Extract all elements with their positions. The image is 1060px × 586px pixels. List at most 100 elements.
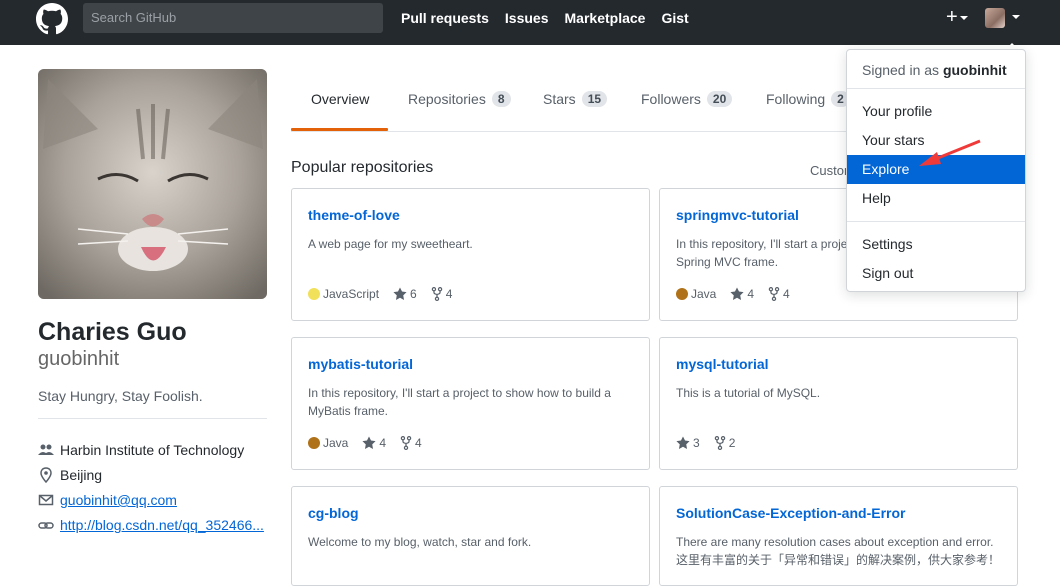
user-dropdown-menu: Signed in as guobinhit Your profile Your…	[846, 49, 1026, 292]
forks-link[interactable]: 2	[714, 436, 736, 450]
repo-name-link[interactable]: mysql-tutorial	[676, 356, 769, 372]
nav-marketplace[interactable]: Marketplace	[565, 10, 646, 26]
stars-count: 6	[410, 287, 417, 301]
star-icon	[730, 287, 744, 300]
star-icon	[676, 436, 690, 449]
language-color-dot	[308, 437, 320, 449]
repo-meta: JavaScript 6 4	[308, 287, 452, 301]
repo-description: This is a tutorial of MySQL.	[676, 386, 821, 400]
repo-name-link[interactable]: cg-blog	[308, 505, 359, 521]
repo-language: Java	[691, 287, 717, 301]
tab-label: Overview	[311, 91, 370, 107]
tab-stars[interactable]: Stars 15	[543, 91, 608, 107]
signed-in-user: guobinhit	[942, 62, 1007, 78]
repo-meta: 3 2	[676, 436, 735, 450]
top-header: Search GitHub Pull requests Issues Marke…	[0, 0, 1060, 45]
profile-email: guobinhit@qq.com	[38, 492, 177, 508]
count-badge: 8	[491, 91, 511, 107]
mail-icon	[38, 494, 54, 506]
forks-link[interactable]: 4	[431, 287, 453, 301]
forks-count: 2	[728, 436, 736, 450]
repo-description: In this repository, I'll start a project…	[308, 386, 611, 418]
star-icon	[362, 436, 376, 449]
repo-name-link[interactable]: springmvc-tutorial	[676, 207, 799, 223]
forks-count: 4	[445, 287, 453, 301]
people-icon	[38, 444, 54, 455]
repo-meta: Java 4 4	[676, 287, 790, 301]
menu-item-settings[interactable]: Settings	[847, 230, 1025, 259]
repo-card: theme-of-love A web page for my sweethea…	[291, 188, 650, 321]
menu-item-sign-out[interactable]: Sign out	[847, 259, 1025, 288]
popular-repos-title: Popular repositories	[291, 159, 434, 176]
website-link[interactable]: http://blog.csdn.net/qq_352466...	[60, 517, 264, 533]
fork-icon	[431, 287, 442, 301]
search-input[interactable]: Search GitHub	[83, 3, 383, 33]
repo-meta: Java 4 4	[308, 436, 422, 450]
repo-description: Welcome to my blog, watch, star and fork…	[308, 535, 532, 549]
top-nav: Pull requests Issues Marketplace Gist	[401, 0, 689, 36]
profile-organization: Harbin Institute of Technology	[38, 442, 244, 458]
repo-card: mysql-tutorial This is a tutorial of MyS…	[659, 337, 1018, 470]
repo-name-link[interactable]: theme-of-love	[308, 207, 400, 223]
count-badge: 15	[581, 91, 608, 107]
active-tab-indicator	[291, 128, 388, 131]
profile-fullname: Charies Guo	[38, 318, 187, 346]
forks-link[interactable]: 4	[768, 287, 790, 301]
nav-pull-requests[interactable]: Pull requests	[401, 10, 489, 26]
email-link[interactable]: guobinhit@qq.com	[60, 492, 177, 508]
tab-label: Repositories	[408, 91, 486, 107]
profile-location: Beijing	[38, 467, 102, 483]
profile-bio: Stay Hungry, Stay Foolish.	[38, 388, 203, 404]
stars-count: 4	[379, 436, 387, 450]
dropdown-divider	[847, 88, 1025, 89]
tab-label: Stars	[543, 91, 576, 107]
forks-count: 4	[415, 436, 422, 450]
signed-in-label: Signed in as guobinhit	[862, 62, 1007, 78]
organization-text: Harbin Institute of Technology	[60, 442, 245, 458]
location-text: Beijing	[60, 467, 103, 483]
tab-overview[interactable]: Overview	[311, 91, 369, 107]
repo-language: Java	[323, 436, 349, 450]
tab-followers[interactable]: Followers 20	[641, 91, 733, 107]
menu-item-your-profile[interactable]: Your profile	[847, 97, 1025, 126]
forks-link[interactable]: 4	[400, 436, 422, 450]
user-avatar[interactable]	[985, 8, 1005, 28]
stars-link[interactable]: 4	[362, 436, 386, 450]
forks-count: 4	[783, 287, 790, 301]
dropdown-divider	[847, 221, 1025, 222]
stars-link[interactable]: 3	[676, 436, 700, 450]
repo-name-link[interactable]: mybatis-tutorial	[308, 356, 413, 372]
divider	[38, 418, 267, 419]
fork-icon	[768, 287, 780, 301]
profile-username: guobinhit	[38, 348, 120, 370]
repo-description: A web page for my sweetheart.	[308, 237, 473, 251]
stars-link[interactable]: 6	[393, 287, 417, 301]
language-color-dot	[676, 288, 688, 300]
fork-icon	[714, 436, 725, 450]
location-pin-icon	[40, 467, 52, 483]
profile-avatar	[38, 69, 267, 299]
tab-following[interactable]: Following 2	[766, 91, 850, 107]
nav-issues[interactable]: Issues	[505, 10, 549, 26]
language-color-dot	[308, 288, 320, 300]
repo-card: SolutionCase-Exception-and-Error There a…	[659, 486, 1018, 586]
annotation-arrow-icon	[919, 139, 981, 166]
repo-language: JavaScript	[323, 287, 380, 301]
menu-item-help[interactable]: Help	[847, 184, 1025, 213]
stars-count: 4	[747, 287, 755, 301]
profile-website: http://blog.csdn.net/qq_352466...	[38, 517, 264, 533]
repo-name-link[interactable]: SolutionCase-Exception-and-Error	[676, 505, 905, 521]
fork-icon	[400, 436, 412, 450]
stars-count: 3	[693, 436, 700, 450]
plus-icon: +	[946, 6, 958, 28]
count-badge: 20	[706, 91, 733, 107]
github-logo-icon[interactable]	[36, 3, 68, 35]
repo-description: There are many resolution cases about ex…	[676, 535, 1001, 567]
nav-gist[interactable]: Gist	[661, 10, 688, 26]
link-icon	[38, 522, 54, 529]
chevron-down-icon[interactable]	[1012, 15, 1020, 19]
tab-repositories[interactable]: Repositories 8	[408, 91, 511, 107]
chevron-down-icon	[959, 15, 968, 20]
stars-link[interactable]: 4	[730, 287, 754, 301]
create-new-button[interactable]: +	[946, 6, 968, 28]
